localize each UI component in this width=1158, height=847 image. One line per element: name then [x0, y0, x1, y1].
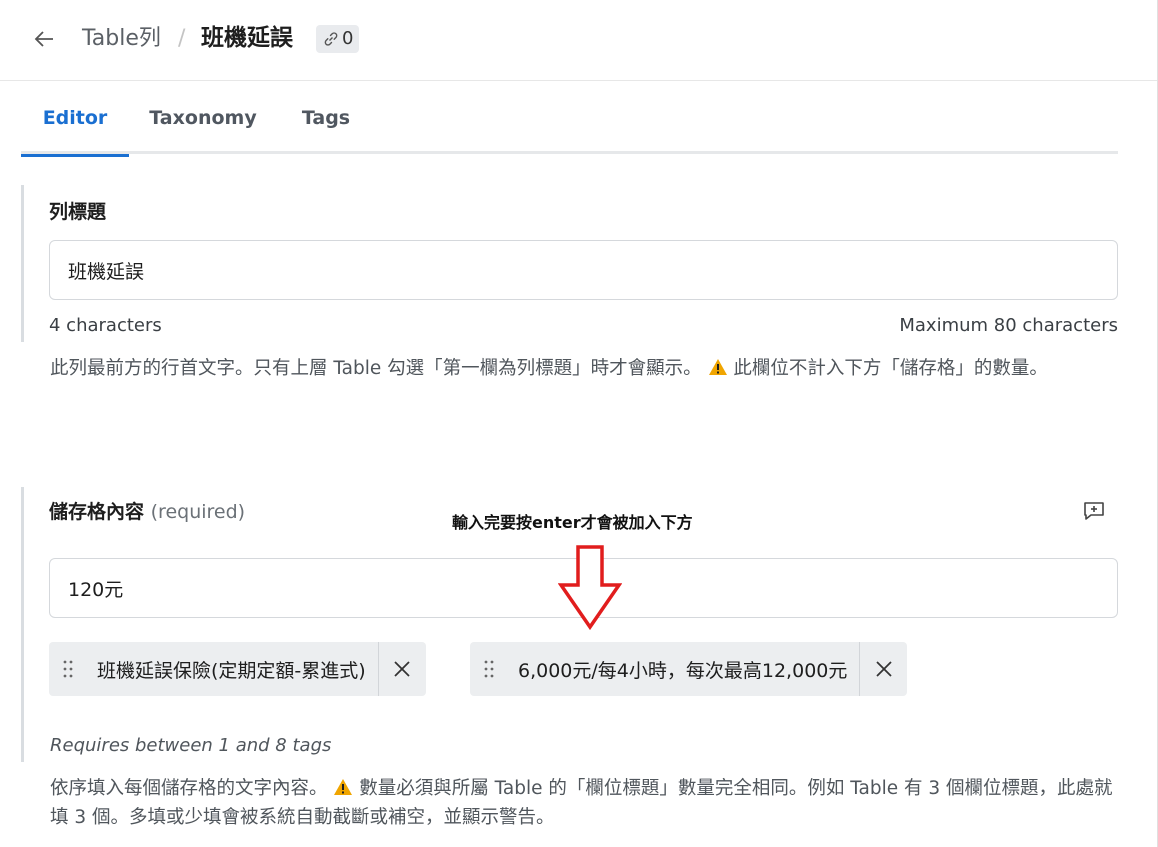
top-bar: Table列 / 班機延誤 0	[0, 0, 1158, 81]
tab-tags[interactable]: Tags	[291, 96, 361, 154]
back-button[interactable]	[32, 22, 60, 56]
tag-label: 班機延誤保險(定期定額-累進式)	[97, 659, 366, 682]
link-count: 0	[342, 28, 354, 49]
remove-tag-button[interactable]	[377, 642, 426, 696]
warning-icon	[708, 359, 727, 375]
help-text: 此列最前方的行首文字。只有上層 Table 勾選「第一欄為列標題」時才會顯示。	[50, 358, 702, 379]
remove-tag-button[interactable]	[859, 642, 907, 696]
comment-add-icon[interactable]	[1080, 497, 1108, 525]
breadcrumb-parent[interactable]: Table列	[82, 24, 161, 54]
char-count: 4 characters	[49, 315, 162, 336]
drag-handle-icon[interactable]	[49, 642, 87, 696]
link-count-badge[interactable]: 0	[316, 25, 360, 53]
section-divider	[21, 487, 24, 762]
help-text-warning: 此欄位不計入下方「儲存格」的數量。	[727, 358, 1048, 379]
required-indicator: (required)	[150, 501, 246, 523]
page-title: 班機延誤	[201, 25, 293, 51]
cell-tag: 班機延誤保險(定期定額-累進式)	[49, 642, 426, 696]
tags-requirement: Requires between 1 and 8 tags	[50, 735, 332, 756]
cells-help: 依序填入每個儲存格的文字內容。 數量必須與所屬 Table 的「欄位標題」數量完…	[50, 774, 1120, 832]
close-icon	[876, 661, 892, 677]
annotation-text: 輸入完要按enter才會被加入下方	[452, 513, 693, 532]
tag-label: 6,000元/每4小時，每次最高12,000元	[518, 659, 848, 682]
section-divider	[21, 185, 24, 342]
help-text: 依序填入每個儲存格的文字內容。	[50, 778, 328, 799]
drag-handle-icon[interactable]	[470, 642, 508, 696]
warning-icon	[334, 779, 353, 795]
cells-label: 儲存格內容 (required)	[49, 497, 245, 524]
tab-taxonomy[interactable]: Taxonomy	[141, 96, 265, 154]
cells-label-text: 儲存格內容	[49, 501, 145, 523]
tab-bar: Editor Taxonomy Tags	[21, 96, 1118, 157]
row-title-input[interactable]	[49, 240, 1118, 300]
max-chars: Maximum 80 characters	[899, 315, 1118, 336]
row-title-label: 列標題	[49, 201, 107, 223]
tab-editor[interactable]: Editor	[21, 96, 129, 157]
close-icon	[394, 661, 410, 677]
breadcrumb-separator: /	[178, 26, 186, 51]
down-arrow-annotation-icon	[558, 545, 622, 631]
link-icon	[324, 32, 338, 46]
arrow-left-icon	[34, 31, 53, 47]
row-title-help: 此列最前方的行首文字。只有上層 Table 勾選「第一欄為列標題」時才會顯示。 …	[50, 354, 1120, 383]
cell-tag: 6,000元/每4小時，每次最高12,000元	[470, 642, 908, 696]
